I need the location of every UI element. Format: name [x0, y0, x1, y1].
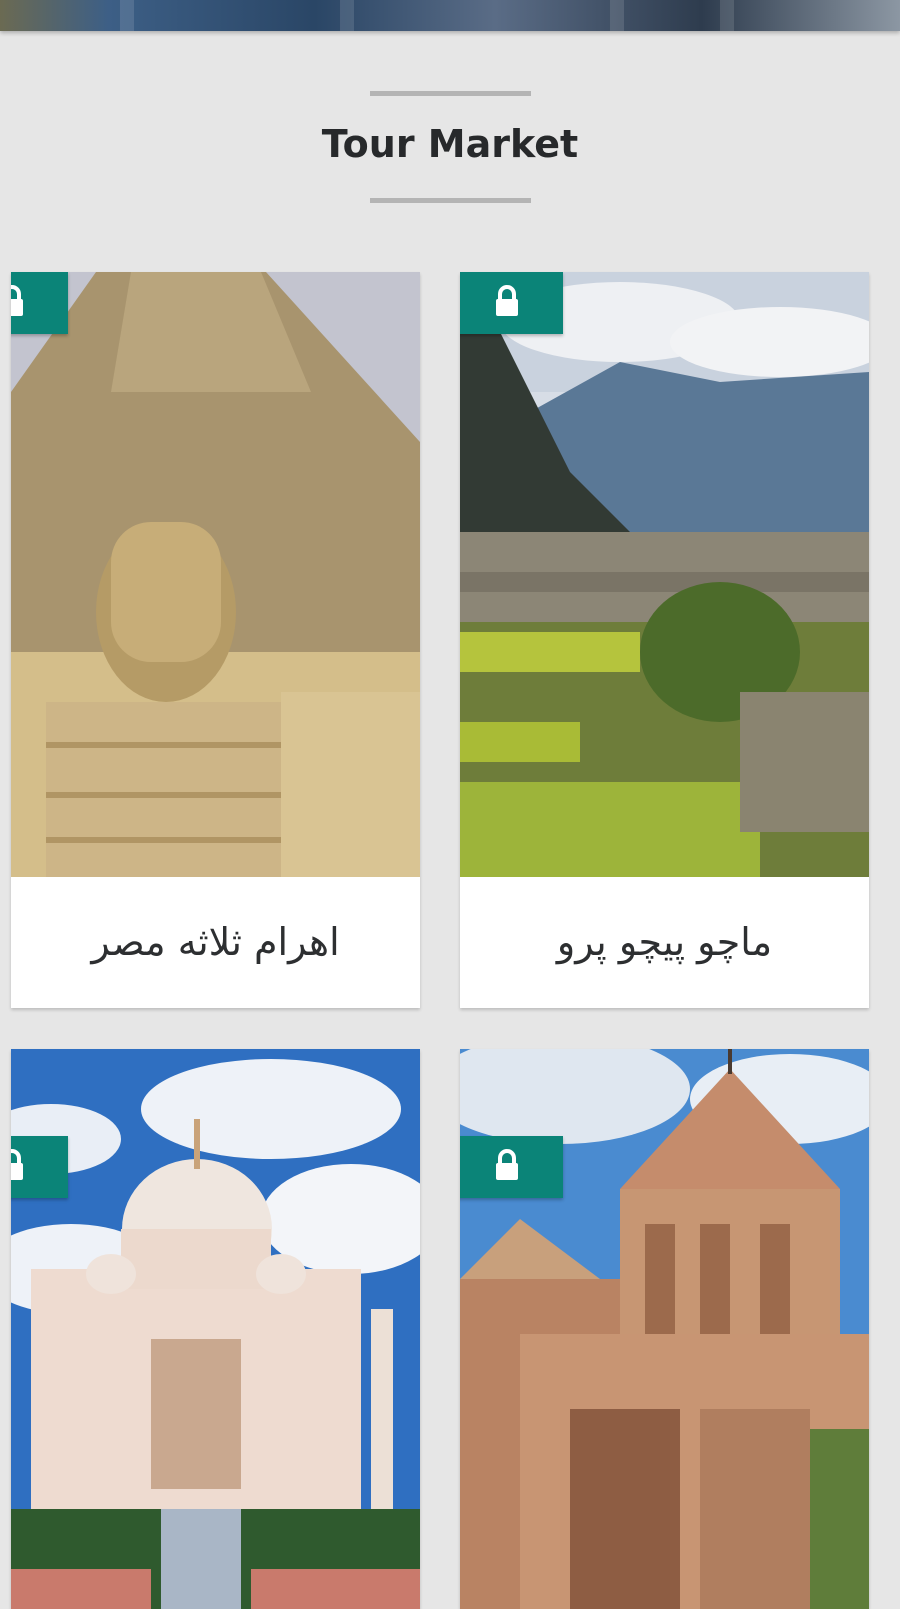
- tour-card-pyramids[interactable]: اهرام ثلاثه مصر: [11, 272, 420, 1008]
- tour-card-machu-picchu[interactable]: ماچو پیچو پرو: [460, 272, 869, 1008]
- tour-card-monastery[interactable]: [460, 1049, 869, 1609]
- lock-badge: [460, 1136, 563, 1198]
- lock-icon: [492, 284, 522, 322]
- title-divider-top: [370, 91, 531, 96]
- top-banner-image: [0, 0, 900, 31]
- tour-image-machu-picchu: [460, 272, 869, 877]
- lock-badge: [11, 1136, 68, 1198]
- lock-icon: [11, 284, 27, 322]
- tour-image-monastery: [460, 1049, 869, 1609]
- lock-badge: [460, 272, 563, 334]
- lock-badge: [11, 272, 68, 334]
- page-title: Tour Market: [321, 122, 579, 166]
- tour-image-taj-mahal: [11, 1049, 420, 1609]
- tour-name: ماچو پیچو پرو: [556, 920, 773, 964]
- lock-icon: [492, 1148, 522, 1186]
- tour-card-taj-mahal[interactable]: [11, 1049, 420, 1609]
- tour-image-pyramids: [11, 272, 420, 877]
- lock-icon: [11, 1148, 27, 1186]
- title-divider-bottom: [370, 198, 531, 203]
- tour-name: اهرام ثلاثه مصر: [91, 920, 340, 964]
